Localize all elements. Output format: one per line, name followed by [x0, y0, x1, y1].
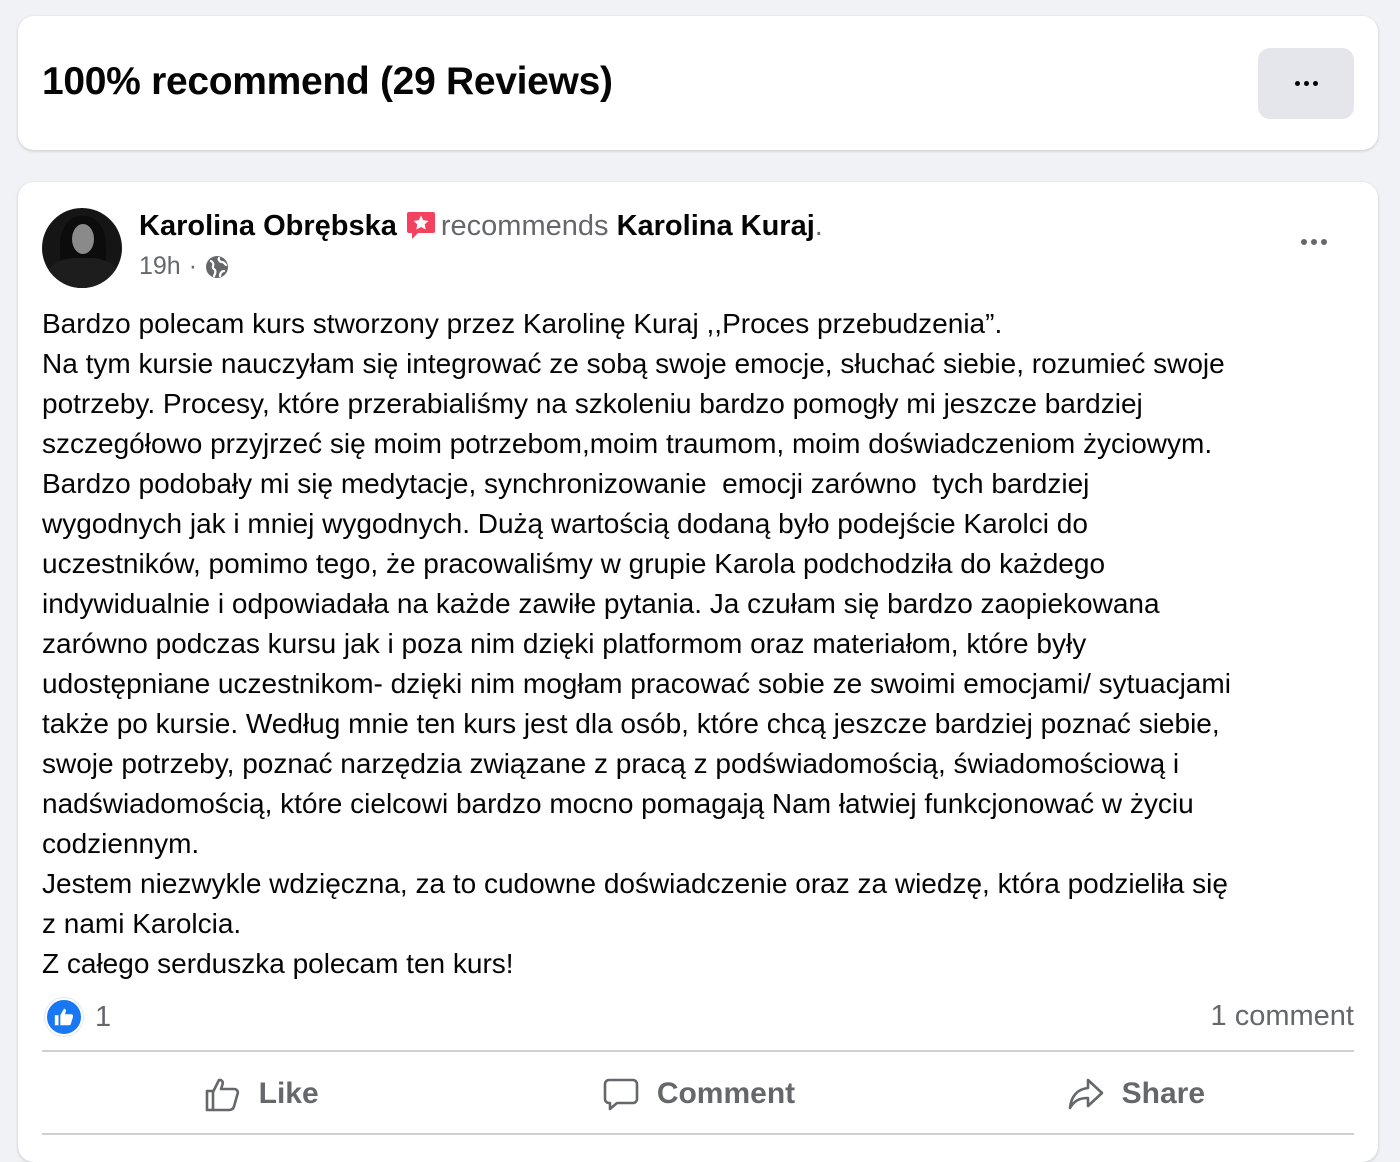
- comment-button[interactable]: Comment: [479, 1060, 916, 1128]
- recommended-page-name[interactable]: Karolina Kuraj: [617, 210, 815, 242]
- recommend-badge-icon: [406, 212, 435, 239]
- reaction-count: 1: [95, 1000, 112, 1033]
- post-more-button[interactable]: [1294, 230, 1334, 254]
- post-actions-bar: Like Comment Share: [42, 1060, 1354, 1128]
- comment-bubble-icon: [603, 1078, 639, 1111]
- post-timestamp[interactable]: 19h: [139, 252, 181, 281]
- meta-separator: ·: [188, 252, 198, 280]
- reviews-summary-title: 100% recommend (29 Reviews): [42, 60, 613, 103]
- more-horizontal-icon: [1301, 239, 1327, 245]
- divider: [42, 1050, 1354, 1052]
- recommends-text: recommends: [440, 210, 609, 242]
- review-text: Bardzo polecam kurs stworzony przez Karo…: [42, 308, 1231, 979]
- comment-label: Comment: [656, 1077, 796, 1110]
- target-suffix: .: [814, 210, 823, 242]
- post-meta: 19h ·: [139, 252, 229, 281]
- review-post: Karolina Obrębska recommends Karolina Ku…: [18, 182, 1378, 1162]
- more-horizontal-icon: [1294, 81, 1318, 86]
- like-label: Like: [258, 1077, 319, 1110]
- avatar[interactable]: [42, 208, 122, 288]
- like-button[interactable]: Like: [42, 1060, 479, 1128]
- reactions-summary[interactable]: 1: [45, 998, 111, 1036]
- share-button[interactable]: Share: [917, 1060, 1354, 1128]
- thumbs-up-icon: [205, 1078, 239, 1112]
- post-header: Karolina Obrębska recommends Karolina Ku…: [139, 208, 823, 244]
- reviews-summary-card: 100% recommend (29 Reviews): [18, 16, 1378, 150]
- comment-count-link[interactable]: 1 comment: [1211, 1000, 1354, 1033]
- divider: [42, 1133, 1354, 1135]
- share-label: Share: [1121, 1077, 1206, 1110]
- like-reaction-icon: [45, 998, 83, 1036]
- author-name[interactable]: Karolina Obrębska: [139, 210, 397, 242]
- summary-more-button[interactable]: [1258, 48, 1354, 119]
- share-arrow-icon: [1068, 1078, 1103, 1110]
- globe-icon[interactable]: [205, 255, 229, 279]
